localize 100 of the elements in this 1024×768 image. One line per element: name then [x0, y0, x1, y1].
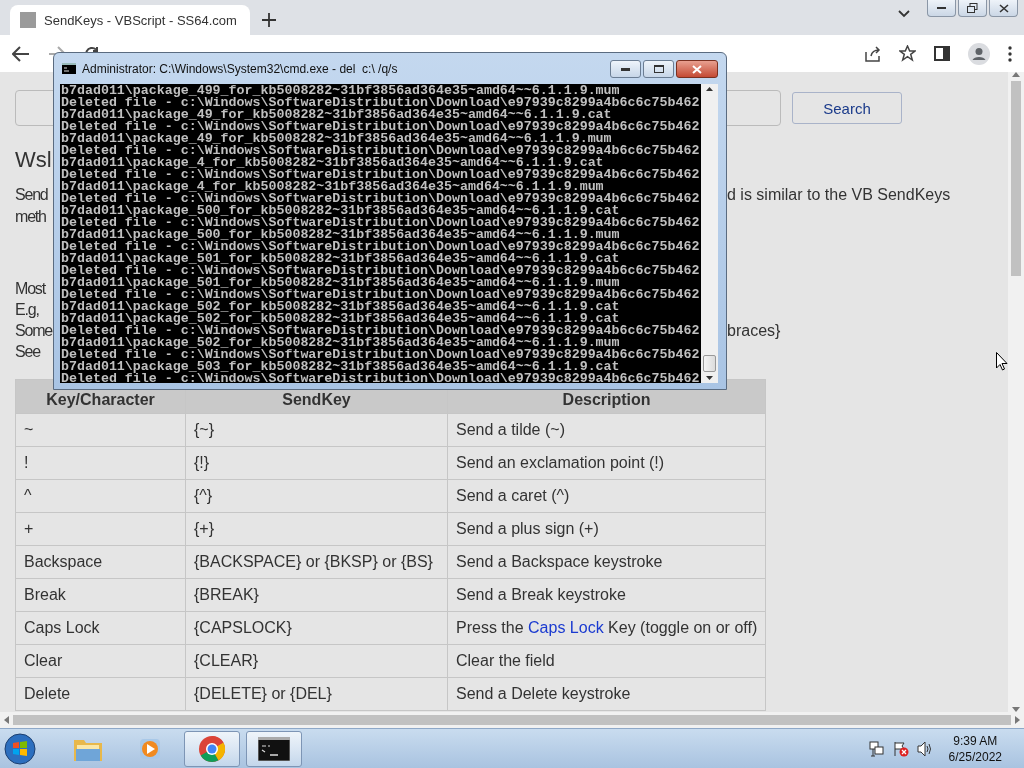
console-line: b7dad011\package_502_for_kb5008282~31bf3856ad364e35~amd64~~6.1.1.9.cat: [61, 313, 620, 325]
minimize-button[interactable]: [927, 0, 956, 17]
minimize-icon: [937, 6, 946, 10]
console-line: b7dad011\package_4_for_kb5008282~31bf3856ad364e35~amd64~~6.1.1.9.cat: [61, 157, 604, 169]
close-button[interactable]: [676, 60, 718, 78]
table-cell: {CAPSLOCK}: [185, 611, 448, 645]
page-heading: Wsl: [15, 148, 52, 172]
table-cell: +: [15, 512, 186, 546]
table-cell: Press the Caps Lock Key (toggle on or off): [447, 611, 766, 645]
console-line: Deleted file - c:\Windows\SoftwareDistribution\Download\e97939c8299a4b6c6c75b462: [61, 121, 701, 133]
scroll-right-icon[interactable]: [1015, 716, 1020, 724]
mouse-pointer-icon: [996, 352, 1008, 371]
favicon-icon: [20, 12, 36, 28]
console-line: Deleted file - c:\Windows\SoftwareDistribution\Download\e97939c8299a4b6c6c75b462: [61, 325, 701, 337]
paragraph-text: Send: [15, 185, 49, 205]
clock-date: 6/25/2022: [948, 748, 1002, 765]
table-cell: {DELETE} or {DEL}: [185, 677, 448, 711]
terminal-icon: [62, 63, 76, 74]
table-cell: Send a caret (^): [447, 479, 766, 513]
console-line: b7dad011\package_499_for_kb5008282~31bf3856ad364e35~amd64~~6.1.1.9.mum: [61, 85, 620, 97]
terminal-icon: [258, 736, 290, 761]
table-cell: ^: [15, 479, 186, 513]
table-cell: Send a plus sign (+): [447, 512, 766, 546]
side-panel-icon[interactable]: [934, 46, 950, 61]
flag-icon[interactable]: [892, 740, 909, 757]
table-cell: Send a Break keystroke: [447, 578, 766, 612]
table-cell: Delete: [15, 677, 186, 711]
taskbar-button[interactable]: [246, 730, 302, 767]
table-cell: Send a tilde (~): [447, 413, 766, 447]
table-cell: {CLEAR}: [185, 644, 448, 678]
table-cell: Clear: [15, 644, 186, 678]
browser-tab[interactable]: SendKeys - VBScript - SS64.com: [10, 5, 250, 35]
clock-time: 9:39 AM: [953, 732, 998, 749]
console-line: Deleted file - c:\Windows\SoftwareDistribution\Download\e97939c8299a4b6c6c75b462: [61, 265, 701, 277]
speaker-icon[interactable]: [916, 740, 933, 757]
restore-icon: [967, 3, 978, 13]
table-cell: Send an exclamation point (!): [447, 446, 766, 480]
console-line: b7dad011\package_503_for_kb5008282~31bf3856ad364e35~amd64~~6.1.1.9.cat: [61, 361, 620, 373]
console-line: b7dad011\package_500_for_kb5008282~31bf3856ad364e35~amd64~~6.1.1.9.mum: [61, 229, 620, 241]
paragraph-text: d is similar to the VB SendKeys: [727, 185, 952, 205]
window-title: Administrator: C:\Windows\System32\cmd.exe - del c:\ /q/s: [82, 61, 399, 76]
console-line: Deleted file - c:\Windows\SoftwareDistribution\Download\e97939c8299a4b6c6c75b462: [61, 289, 701, 301]
link[interactable]: Caps Lock: [528, 619, 604, 636]
maximize-icon: [653, 65, 664, 73]
scroll-left-icon[interactable]: [4, 716, 9, 724]
console-line: Deleted file - c:\Windows\SoftwareDistribution\Download\e97939c8299a4b6c6c75b462: [61, 241, 701, 253]
table-cell: Caps Lock: [15, 611, 186, 645]
scrollbar-thumb[interactable]: [1011, 81, 1021, 276]
table-cell: {~}: [185, 413, 448, 447]
console-line: b7dad011\package_502_for_kb5008282~31bf3856ad364e35~amd64~~6.1.1.9.mum: [61, 337, 620, 349]
table-cell: Backspace: [15, 545, 186, 579]
paragraph-text: meth: [15, 207, 47, 227]
new-tab-icon[interactable]: [262, 13, 276, 27]
star-icon[interactable]: [899, 45, 916, 62]
table-cell: ~: [15, 413, 186, 447]
maximize-button[interactable]: [643, 60, 674, 78]
start-button[interactable]: [4, 732, 36, 765]
paragraph-text: See: [15, 342, 42, 362]
table-cell: Clear the field: [447, 644, 766, 678]
network-icon[interactable]: [868, 740, 885, 757]
table-cell: {+}: [185, 512, 448, 546]
console-line: Deleted file - c:\Windows\SoftwareDistribution\Download\e97939c8299a4b6c6c75b462: [61, 169, 701, 181]
console-line: Deleted file - c:\Windows\SoftwareDistribution\Download\e97939c8299a4b6c6c75b462: [61, 193, 701, 205]
console-line: b7dad011\package_501_for_kb5008282~31bf3856ad364e35~amd64~~6.1.1.9.cat: [61, 253, 620, 265]
table-cell: {!}: [185, 446, 448, 480]
console-line: Deleted file - c:\Windows\SoftwareDistribution\Download\e97939c8299a4b6c6c75b462: [61, 349, 701, 361]
table-cell: Send a Delete keystroke: [447, 677, 766, 711]
back-icon[interactable]: [12, 45, 30, 62]
console-line: b7dad011\package_501_for_kb5008282~31bf3856ad364e35~amd64~~6.1.1.9.mum: [61, 277, 620, 289]
paragraph-text: E.g,: [15, 300, 40, 320]
console-line: b7dad011\package_4_for_kb5008282~31bf3856ad364e35~amd64~~6.1.1.9.mum: [61, 181, 604, 193]
table-cell: {BACKSPACE} or {BKSP} or {BS}: [185, 545, 448, 579]
console-line: b7dad011\package_49_for_kb5008282~31bf3856ad364e35~amd64~~6.1.1.9.mum: [61, 133, 612, 145]
console-line: Deleted file - c:\Windows\SoftwareDistribution\Download\e97939c8299a4b6c6c75b462: [61, 145, 701, 157]
minimize-icon: [621, 67, 630, 71]
chevron-down-icon[interactable]: [898, 10, 910, 18]
close-button[interactable]: [989, 0, 1018, 17]
table-cell: {BREAK}: [185, 578, 448, 612]
console-line: Deleted file - c:\Windows\SoftwareDistribution\Download\e97939c8299a4b6c6c75b462: [61, 97, 701, 109]
table-cell: !: [15, 446, 186, 480]
table-cell: Send a Backspace keystroke: [447, 545, 766, 579]
close-icon: [692, 64, 702, 74]
close-icon: [998, 3, 1009, 13]
table-cell: {^}: [185, 479, 448, 513]
console-line: b7dad011\package_49_for_kb5008282~31bf3856ad364e35~amd64~~6.1.1.9.cat: [61, 109, 612, 121]
minimize-button[interactable]: [610, 60, 641, 78]
console-line: b7dad011\package_502_for_kb5008282~31bf3856ad364e35~amd64~~6.1.1.9.cat: [61, 301, 621, 313]
restore-button[interactable]: [958, 0, 987, 17]
search-button[interactable]: Search: [792, 92, 902, 124]
round-logo-icon: [198, 734, 226, 763]
profile-icon[interactable]: [968, 42, 990, 65]
scrollbar-thumb[interactable]: [703, 355, 716, 372]
table-cell: Break: [15, 578, 186, 612]
paragraph-text: Some: [15, 321, 51, 341]
console-line: Deleted file - c:\Windows\SoftwareDistribution\Download\e97939c8299a4b6c6c75b462: [61, 217, 701, 229]
console-line: b7dad011\package_500_for_kb5008282~31bf3856ad364e35~amd64~~6.1.1.9.cat: [61, 205, 620, 217]
scrollbar-thumb[interactable]: [13, 715, 1011, 725]
menu-icon[interactable]: [1008, 45, 1012, 62]
paragraph-text: Most: [15, 279, 47, 299]
share-icon[interactable]: [865, 45, 881, 62]
